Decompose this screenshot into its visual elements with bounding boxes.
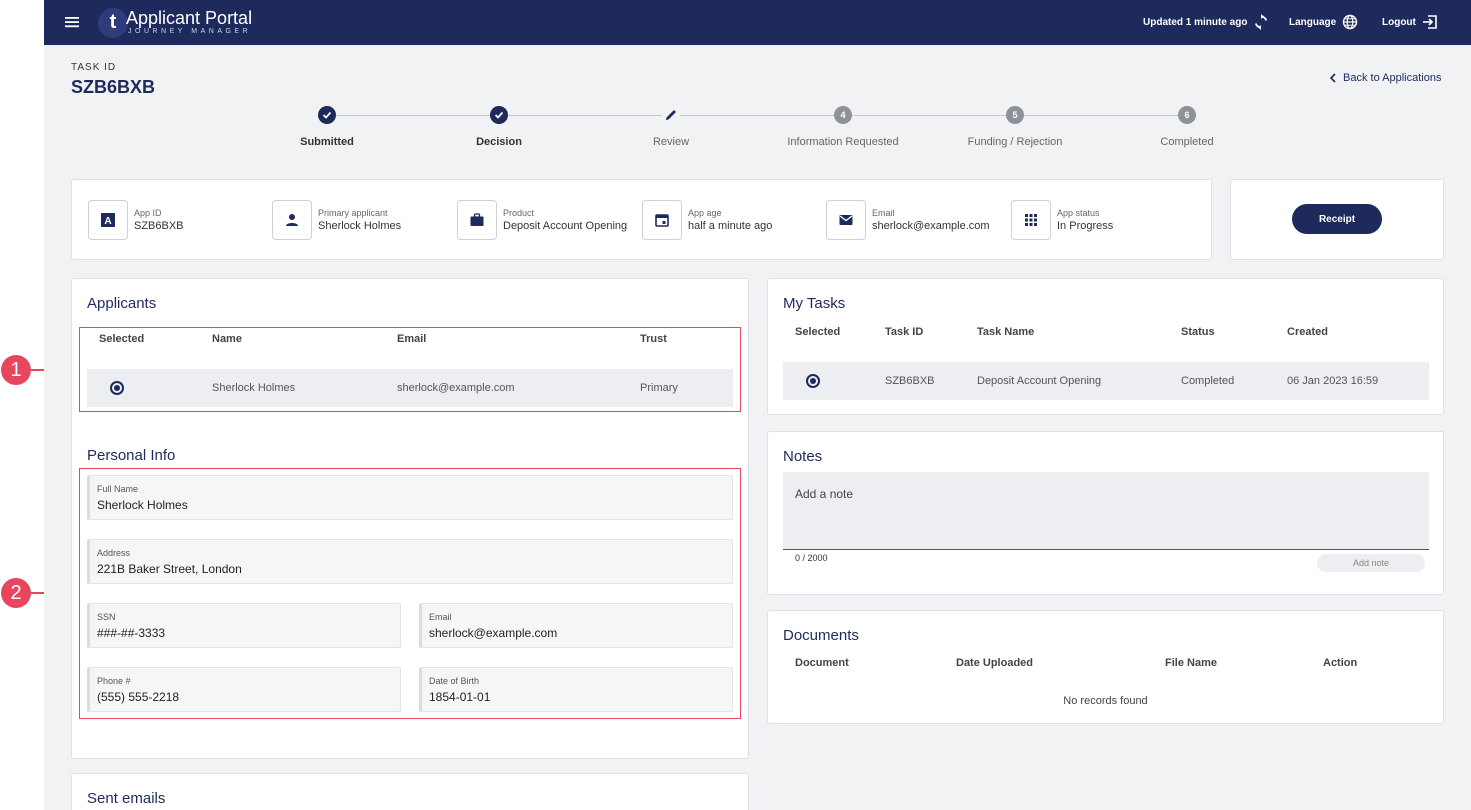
summary-key: Email: [872, 208, 895, 218]
task-id-label: TASK ID: [71, 62, 117, 73]
summary-value: sherlock@example.com: [872, 220, 990, 232]
hamburger-menu-icon[interactable]: [64, 14, 80, 30]
summary-value: In Progress: [1057, 220, 1114, 232]
task-name: Deposit Account Opening: [977, 375, 1102, 387]
pencil-icon: [662, 106, 680, 124]
step-label: Information Requested: [787, 136, 899, 148]
back-link-label: Back to Applications: [1343, 72, 1442, 84]
task-status: Completed: [1181, 375, 1235, 387]
application-summary-card: A App ID SZB6BXB Primary applicant Sherloc…: [71, 179, 1212, 260]
callout-1: 1: [1, 355, 31, 385]
col-selected: Selected: [795, 326, 841, 338]
col-created: Created: [1287, 326, 1328, 338]
logout-label: Logout: [1382, 16, 1416, 28]
col-date-uploaded: Date Uploaded: [956, 657, 1034, 669]
globe-icon: [1343, 14, 1358, 30]
my-tasks-card: My Tasks Selected Task ID Task Name Stat…: [767, 278, 1444, 415]
brand-subtitle: JOURNEY MANAGER: [128, 28, 252, 35]
chevron-left-icon: [1329, 73, 1336, 83]
callout-2: 2: [1, 578, 31, 608]
col-document: Document: [795, 657, 849, 669]
note-placeholder: Add a note: [795, 487, 854, 501]
summary-value: Deposit Account Opening: [503, 220, 628, 232]
summary-app-age: App age half a minute ago: [642, 200, 772, 240]
summary-email: Email sherlock@example.com: [826, 200, 990, 240]
highlight-box-1: [79, 327, 741, 412]
refresh-icon: [1255, 14, 1268, 30]
step-label: Completed: [1160, 136, 1214, 148]
summary-key: App status: [1057, 208, 1100, 218]
step-label: Funding / Rejection: [967, 136, 1063, 148]
task-id: SZB6BXB: [885, 375, 935, 387]
language-button[interactable]: Language: [1289, 14, 1358, 30]
summary-primary-applicant: Primary applicant Sherlock Holmes: [272, 200, 401, 240]
grid-icon: [1011, 200, 1051, 240]
step-submitted: Submitted: [247, 106, 407, 148]
summary-key: App age: [688, 208, 722, 218]
documents-card: Documents Document Date Uploaded File Na…: [767, 610, 1444, 724]
logout-icon: [1422, 15, 1437, 29]
highlight-box-2: [79, 468, 741, 719]
col-status: Status: [1181, 326, 1215, 338]
summary-product: Product Deposit Account Opening: [457, 200, 627, 240]
sent-emails-title: Sent emails: [87, 790, 166, 807]
note-character-count: 0 / 2000: [795, 553, 828, 563]
top-bar: t Applicant Portal JOURNEY MANAGER Updat…: [44, 0, 1471, 45]
svg-text:A: A: [104, 216, 111, 227]
summary-app-id: A App ID SZB6BXB: [88, 200, 184, 240]
step-number: 5: [1006, 106, 1024, 124]
task-id-value: SZB6BXB: [71, 77, 156, 97]
person-icon: [272, 200, 312, 240]
step-funding-rejection: 5 Funding / Rejection: [935, 106, 1095, 148]
summary-value: SZB6BXB: [134, 220, 184, 232]
applicants-title: Applicants: [87, 295, 157, 312]
calendar-icon: [642, 200, 682, 240]
receipt-button[interactable]: Receipt: [1292, 204, 1382, 234]
step-completed: 6 Completed: [1107, 106, 1267, 148]
step-number: 6: [1178, 106, 1196, 124]
step-information-requested: 4 Information Requested: [763, 106, 923, 148]
logout-button[interactable]: Logout: [1382, 14, 1438, 30]
summary-value: half a minute ago: [688, 220, 773, 232]
summary-key: App ID: [134, 208, 162, 218]
app-container: t Applicant Portal JOURNEY MANAGER Updat…: [44, 0, 1471, 810]
notes-card: Notes Add a note 0 / 2000 Add note: [767, 431, 1444, 595]
brand-title: Applicant Portal: [126, 8, 253, 28]
personal-info-title: Personal Info: [87, 447, 176, 464]
receipt-card: Receipt: [1230, 179, 1444, 260]
check-icon: [490, 106, 508, 124]
step-label: Decision: [476, 136, 522, 148]
col-task-id: Task ID: [885, 326, 924, 338]
task-created: 06 Jan 2023 16:59: [1287, 375, 1379, 387]
task-radio[interactable]: [806, 374, 820, 388]
back-to-applications-link[interactable]: Back to Applications: [1329, 72, 1441, 84]
mail-icon: [826, 200, 866, 240]
step-label: Submitted: [300, 136, 354, 148]
step-label: Review: [652, 136, 690, 148]
summary-key: Primary applicant: [318, 208, 388, 218]
col-task-name: Task Name: [977, 326, 1035, 338]
notes-title: Notes: [783, 448, 823, 465]
col-action: Action: [1323, 657, 1358, 669]
language-label: Language: [1289, 16, 1337, 28]
briefcase-icon: [457, 200, 497, 240]
sent-emails-card: Sent emails: [71, 773, 749, 810]
my-tasks-title: My Tasks: [783, 295, 846, 312]
step-decision: Decision: [419, 106, 579, 148]
documents-title: Documents: [783, 627, 859, 644]
note-textarea[interactable]: Add a note: [783, 472, 1429, 550]
logo-icon: t: [98, 8, 128, 38]
empty-state-text: No records found: [1063, 695, 1148, 707]
step-number: 4: [834, 106, 852, 124]
summary-app-status: App status In Progress: [1011, 200, 1113, 240]
app-id-icon: A: [88, 200, 128, 240]
check-icon: [318, 106, 336, 124]
summary-key: Product: [503, 208, 535, 218]
col-file-name: File Name: [1165, 657, 1217, 669]
add-note-button[interactable]: Add note: [1317, 554, 1425, 572]
step-review: Review: [591, 106, 751, 148]
updated-text: Updated 1 minute ago: [1143, 16, 1248, 28]
summary-value: Sherlock Holmes: [318, 220, 402, 232]
refresh-status[interactable]: Updated 1 minute ago: [1143, 14, 1269, 30]
